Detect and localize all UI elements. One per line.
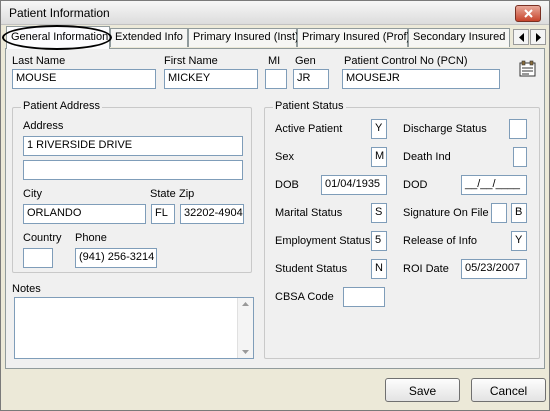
tab-scroll-right-button[interactable] [530, 29, 546, 45]
zip-field[interactable]: 32202-4904 [180, 204, 244, 224]
tab-label: Secondary Insured [413, 31, 506, 43]
zip-label: Zip [179, 188, 195, 200]
phone-field[interactable]: (941) 256-3214 [75, 248, 157, 268]
dod-label: DOD [403, 179, 428, 191]
window-title: Patient Information [9, 6, 110, 20]
first-name-field[interactable]: MICKEY [164, 69, 258, 89]
scroll-down-icon [242, 350, 249, 354]
address-line1-field[interactable]: 1 RIVERSIDE DRIVE [23, 136, 243, 156]
signature-on-file-field-b[interactable]: B [511, 203, 527, 223]
employment-status-label: Employment Status [275, 235, 371, 247]
address-line2-field[interactable] [23, 160, 243, 180]
patient-address-group: Patient Address Address 1 RIVERSIDE DRIV… [12, 100, 252, 273]
phone-label: Phone [75, 232, 107, 244]
cancel-button-label: Cancel [489, 384, 528, 398]
sex-field[interactable]: M [371, 147, 387, 167]
tab-general-information[interactable]: General Information [6, 26, 110, 49]
sex-label: Sex [275, 151, 294, 163]
patient-card-icon[interactable] [518, 59, 538, 79]
mi-field[interactable] [265, 69, 287, 89]
tab-secondary-insured[interactable]: Secondary Insured [408, 28, 510, 47]
patient-status-title: Patient Status [273, 100, 346, 112]
marital-status-field[interactable]: S [371, 203, 387, 223]
dob-label: DOB [275, 179, 299, 191]
death-ind-label: Death Ind [403, 151, 451, 163]
active-patient-field[interactable]: Y [371, 119, 387, 139]
employment-status-field[interactable]: 5 [371, 231, 387, 251]
tab-extended-info[interactable]: Extended Info [110, 28, 188, 47]
first-name-label: First Name [164, 55, 218, 67]
tab-primary-insured-prof[interactable]: Primary Insured (Prof) [297, 28, 411, 47]
discharge-status-field[interactable] [509, 119, 527, 139]
title-bar[interactable]: Patient Information [1, 1, 549, 25]
state-label: State [150, 188, 176, 200]
state-field[interactable]: FL [151, 204, 175, 224]
pcn-field[interactable]: MOUSEJR [342, 69, 500, 89]
cbsa-code-field[interactable] [343, 287, 385, 307]
tab-label: Primary Insured (Inst) [193, 31, 299, 43]
active-patient-label: Active Patient [275, 123, 343, 135]
save-button[interactable]: Save [385, 378, 460, 402]
signature-on-file-label: Signature On File [403, 207, 489, 219]
arrow-right-icon [536, 33, 541, 42]
city-label: City [23, 188, 42, 200]
tab-label: Extended Info [115, 31, 183, 43]
student-status-label: Student Status [275, 263, 348, 275]
student-status-field[interactable]: N [371, 259, 387, 279]
roi-date-label: ROI Date [403, 263, 449, 275]
address-label: Address [23, 120, 64, 132]
release-of-info-label: Release of Info [403, 235, 477, 247]
mi-label: MI [268, 55, 281, 67]
gen-label: Gen [295, 55, 316, 67]
pcn-label: Patient Control No (PCN) [344, 55, 468, 67]
tab-primary-insured-inst[interactable]: Primary Insured (Inst) [188, 28, 299, 47]
arrow-left-icon [519, 33, 524, 42]
last-name-label: Last Name [12, 55, 66, 67]
scroll-up-icon [242, 302, 249, 306]
patient-status-group: Patient Status Active Patient Y Discharg… [264, 100, 540, 359]
close-button[interactable] [515, 5, 541, 22]
notes-textarea[interactable] [14, 297, 254, 359]
patient-address-title: Patient Address [21, 100, 103, 112]
last-name-field[interactable]: MOUSE [12, 69, 156, 89]
city-field[interactable]: ORLANDO [23, 204, 146, 224]
tab-label: General Information [11, 31, 109, 43]
release-of-info-field[interactable]: Y [511, 231, 527, 251]
dob-field[interactable]: 01/04/1935 [321, 175, 387, 195]
notes-label: Notes [12, 283, 41, 295]
country-label: Country [23, 232, 62, 244]
cbsa-code-label: CBSA Code [275, 291, 334, 303]
country-field[interactable] [23, 248, 53, 268]
save-button-label: Save [408, 384, 437, 398]
death-ind-field[interactable] [513, 147, 527, 167]
signature-on-file-field-a[interactable] [491, 203, 507, 223]
close-icon [524, 9, 533, 18]
gen-field[interactable]: JR [293, 69, 329, 89]
patient-information-window: Patient Information General Information … [0, 0, 550, 411]
dod-field[interactable]: __/__/____ [461, 175, 527, 195]
general-information-panel: Last Name MOUSE First Name MICKEY MI Gen… [5, 48, 545, 369]
marital-status-label: Marital Status [275, 207, 343, 219]
tab-label: Primary Insured (Prof) [302, 31, 411, 43]
discharge-status-label: Discharge Status [403, 123, 487, 135]
roi-date-field[interactable]: 05/23/2007 [461, 259, 527, 279]
cancel-button[interactable]: Cancel [471, 378, 546, 402]
notes-scrollbar[interactable] [237, 298, 253, 358]
tab-scroll-left-button[interactable] [513, 29, 529, 45]
